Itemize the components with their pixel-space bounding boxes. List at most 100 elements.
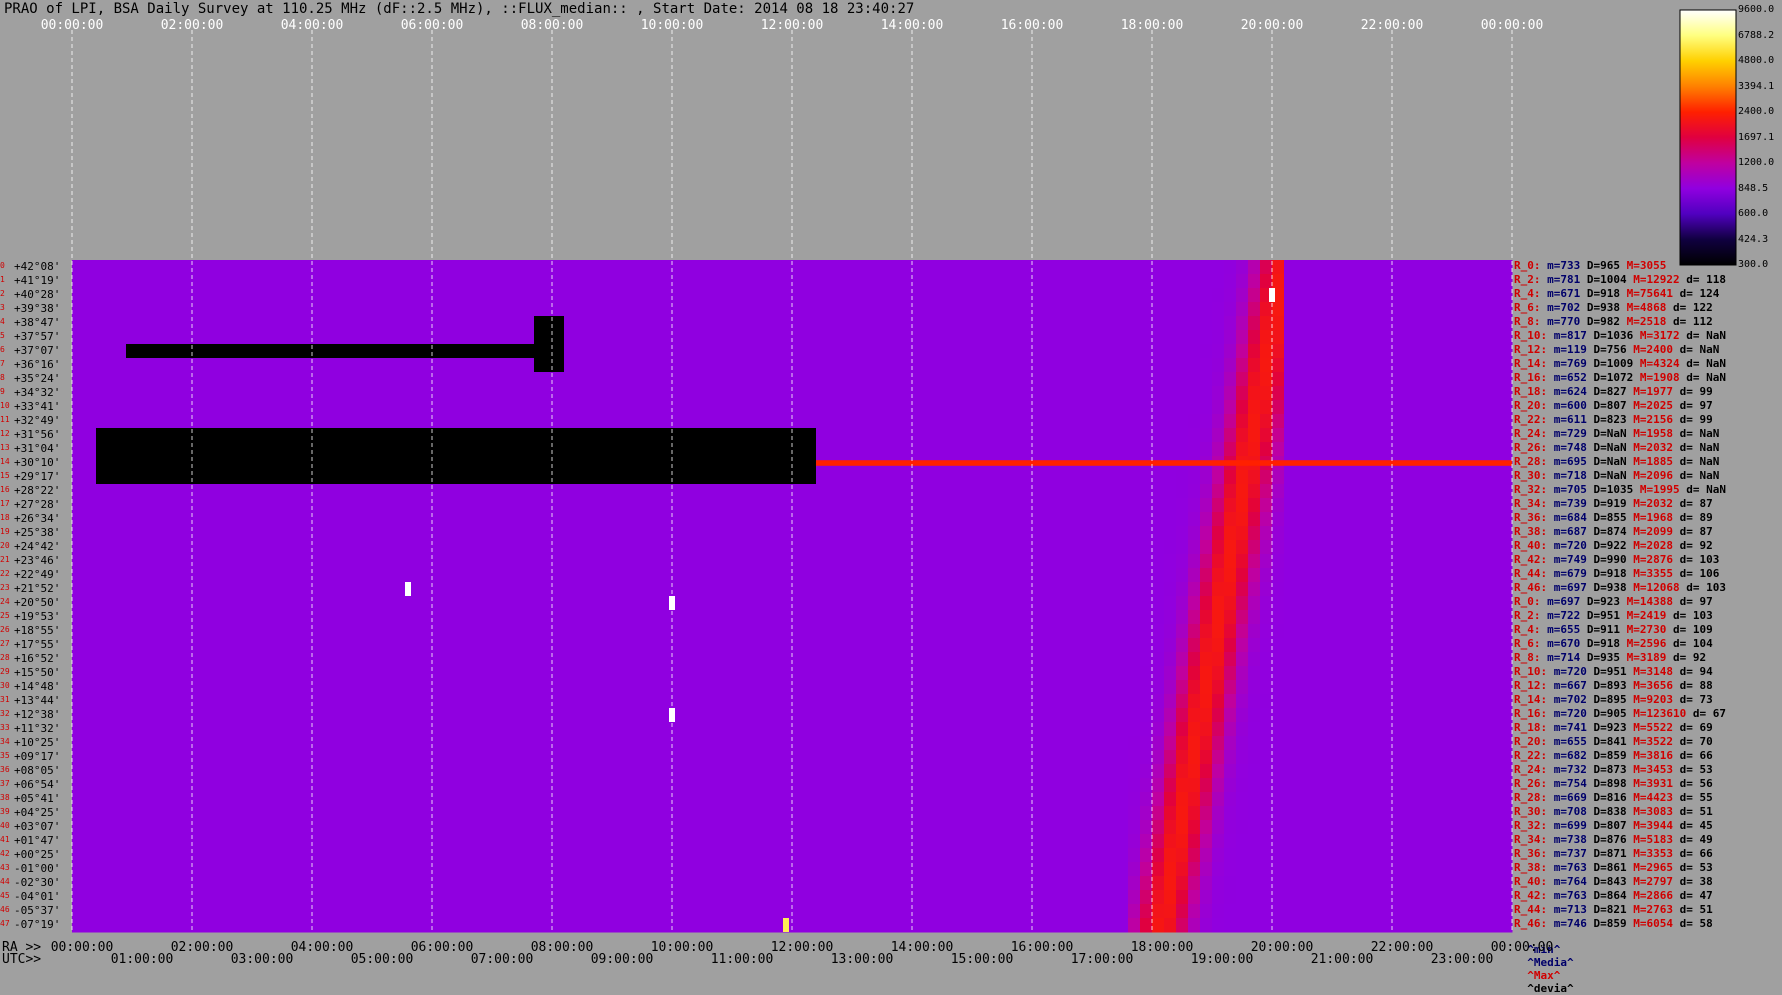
heatmap-cell	[1296, 428, 1309, 443]
heatmap-cell	[276, 372, 289, 387]
heatmap-cell	[828, 540, 841, 555]
heatmap-cell	[252, 554, 265, 569]
heatmap-cell	[492, 400, 505, 415]
heatmap-cell	[372, 372, 385, 387]
heatmap-cell	[984, 582, 997, 597]
heatmap-cell	[576, 722, 589, 737]
heatmap-cell	[144, 274, 157, 289]
heatmap-cell	[696, 414, 709, 429]
heatmap-cell	[804, 778, 817, 793]
heatmap-cell	[1068, 638, 1081, 653]
heatmap-cell	[240, 638, 253, 653]
heatmap-cell	[1320, 792, 1333, 807]
heatmap-cell	[492, 512, 505, 527]
heatmap-cell	[900, 540, 913, 555]
heatmap-cell	[1452, 652, 1465, 667]
heatmap-cell	[504, 358, 517, 373]
heatmap-cell	[1080, 260, 1093, 275]
heatmap-cell	[624, 260, 637, 275]
heatmap-cell	[516, 400, 529, 415]
heatmap-cell	[1392, 652, 1405, 667]
heatmap-cell	[1368, 638, 1381, 653]
heatmap-cell	[444, 554, 457, 569]
heatmap-cell	[1056, 260, 1069, 275]
heatmap-cell	[1032, 288, 1045, 303]
heatmap-cell	[516, 736, 529, 751]
heatmap-cell	[600, 330, 613, 345]
heatmap-cell	[1020, 386, 1033, 401]
heatmap-cell	[552, 498, 565, 513]
heatmap-cell	[1176, 526, 1189, 541]
heatmap-cell	[1212, 330, 1225, 345]
heatmap-cell	[1092, 554, 1105, 569]
heatmap-cell	[252, 372, 265, 387]
heatmap-cell	[540, 610, 553, 625]
heatmap-cell	[324, 540, 337, 555]
heatmap-cell	[1296, 694, 1309, 709]
heatmap-cell	[1020, 512, 1033, 527]
heatmap-cell	[1188, 764, 1201, 779]
heatmap-cell	[264, 288, 277, 303]
heatmap-cell	[864, 638, 877, 653]
heatmap-cell	[408, 302, 421, 317]
heatmap-cell	[120, 498, 133, 513]
heatmap-cell	[324, 778, 337, 793]
heatmap-cell	[936, 582, 949, 597]
heatmap-cell	[216, 540, 229, 555]
heatmap-cell	[996, 554, 1009, 569]
heatmap-cell	[408, 694, 421, 709]
heatmap-cell	[1080, 330, 1093, 345]
heatmap-cell	[516, 274, 529, 289]
heatmap-cell	[792, 624, 805, 639]
heatmap-cell	[408, 666, 421, 681]
heatmap-cell	[864, 806, 877, 821]
heatmap-cell	[276, 834, 289, 849]
heatmap-cell	[1152, 764, 1165, 779]
heatmap-cell	[396, 400, 409, 415]
heatmap-cell	[1392, 386, 1405, 401]
heatmap-cell	[252, 778, 265, 793]
heatmap-cell	[360, 750, 373, 765]
heatmap-cell	[1488, 470, 1501, 485]
heatmap-cell	[72, 512, 85, 527]
heatmap-cell	[216, 694, 229, 709]
heatmap-cell	[1320, 386, 1333, 401]
heatmap-cell	[936, 596, 949, 611]
heatmap-cell	[564, 722, 577, 737]
heatmap-cell	[240, 358, 253, 373]
heatmap-cell	[108, 764, 121, 779]
heatmap-cell	[312, 820, 325, 835]
heatmap-cell	[1488, 820, 1501, 835]
heatmap-cell	[852, 484, 865, 499]
heatmap-cell	[96, 414, 109, 429]
heatmap-cell	[960, 694, 973, 709]
heatmap-cell	[1356, 750, 1369, 765]
heatmap-cell	[504, 554, 517, 569]
heatmap-cell	[732, 722, 745, 737]
heatmap-cell	[936, 484, 949, 499]
heatmap-cell	[696, 330, 709, 345]
heatmap-cell	[828, 260, 841, 275]
heatmap-cell	[1008, 302, 1021, 317]
heatmap-cell	[768, 568, 781, 583]
heatmap-cell	[936, 428, 949, 443]
heatmap-cell	[1188, 372, 1201, 387]
heatmap-cell	[1176, 372, 1189, 387]
heatmap-cell	[1428, 596, 1441, 611]
heatmap-cell	[1344, 568, 1357, 583]
heatmap-cell	[948, 554, 961, 569]
heatmap-cell	[1428, 750, 1441, 765]
heatmap-cell	[1308, 652, 1321, 667]
heatmap-cell	[1080, 442, 1093, 457]
heatmap-cell	[528, 596, 541, 611]
heatmap-cell	[1380, 512, 1393, 527]
heatmap-cell	[1092, 624, 1105, 639]
heatmap-cell	[228, 680, 241, 695]
heatmap-cell	[1008, 764, 1021, 779]
heatmap-cell	[1308, 736, 1321, 751]
heatmap-cell	[420, 834, 433, 849]
heatmap-cell	[1068, 428, 1081, 443]
heatmap-cell	[828, 834, 841, 849]
heatmap-cell	[888, 624, 901, 639]
heatmap-cell	[1008, 400, 1021, 415]
